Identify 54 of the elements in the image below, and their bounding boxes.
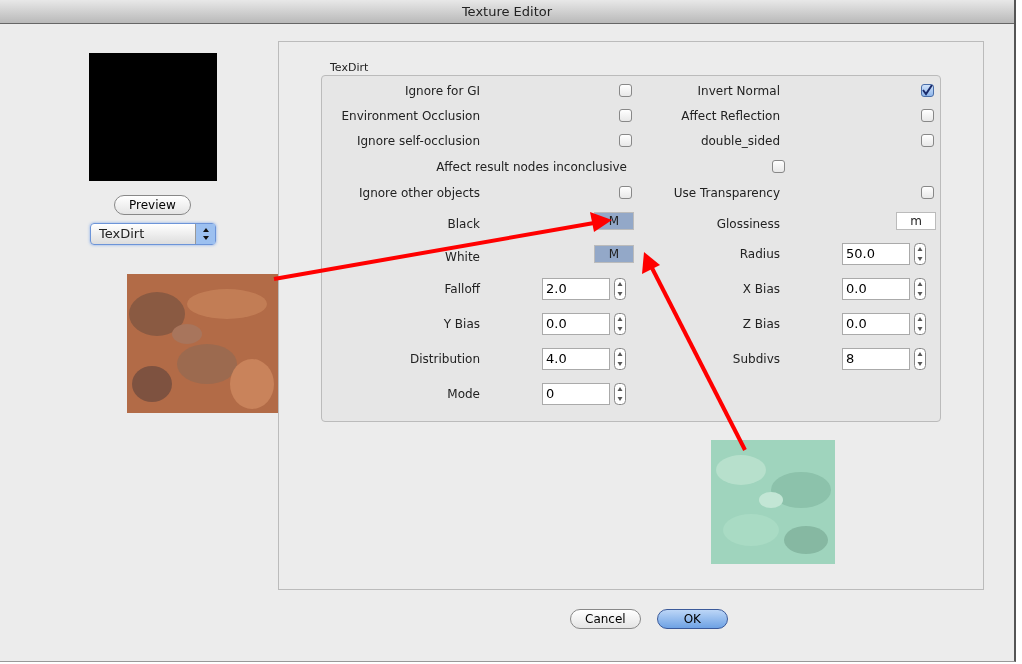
checkbox[interactable] [921,109,934,122]
field-label: double_sided [700,132,780,150]
field-label: Mode [447,385,480,403]
field-label: Invert Normal [697,82,780,100]
field-label: Radius [739,245,780,263]
number-field[interactable]: 4.0 [542,347,610,370]
field-label: Ignore self-occlusion [356,132,480,150]
field-label: Ignore other objects [359,184,480,202]
number-field[interactable]: 0 [542,382,610,405]
field-label: Falloff [444,280,480,298]
number-field[interactable]: 0.0 [842,277,910,300]
checkbox[interactable] [921,134,934,147]
number-field[interactable]: 0.0 [842,312,910,335]
cancel-button[interactable]: Cancel [570,609,641,629]
group-title: TexDirt [330,61,370,75]
field-label: Affect result nodes inconclusive [436,158,627,176]
checkbox[interactable] [619,84,632,97]
checkbox[interactable] [921,84,934,97]
stepper[interactable] [914,242,926,265]
field-label: White [445,248,480,266]
stepper[interactable] [614,347,626,370]
texture-slot-button[interactable]: M [594,244,634,263]
field-label: Distribution [410,350,480,368]
field-label: Use Transparency [673,184,780,202]
number-field[interactable]: 8 [842,347,910,370]
stepper[interactable] [614,277,626,300]
stepper[interactable] [614,312,626,335]
checkbox[interactable] [619,109,632,122]
field-label: X Bias [742,280,780,298]
preview-button[interactable]: Preview [114,195,191,215]
number-field[interactable]: 0.0 [542,312,610,335]
field-label: Environment Occlusion [341,107,480,125]
number-field[interactable]: 50.0 [842,242,910,265]
field-label: Ignore for GI [404,82,480,100]
dropdown-arrows-icon [195,224,215,244]
texture-slot-button[interactable]: m [896,211,936,230]
field-label: Black [447,215,480,233]
texture-type-select[interactable]: TexDirt [90,223,216,245]
stepper[interactable] [914,347,926,370]
number-field[interactable]: 2.0 [542,277,610,300]
field-label: Glossiness [716,215,780,233]
checkbox[interactable] [619,134,632,147]
field-label: Z Bias [742,315,780,333]
window-title: Texture Editor [461,2,553,21]
checkbox[interactable] [619,186,632,199]
stepper[interactable] [914,277,926,300]
field-label: Subdivs [732,350,780,368]
field-label: Y Bias [443,315,480,333]
stepper[interactable] [614,382,626,405]
ok-button[interactable]: OK [656,609,728,629]
stepper[interactable] [914,312,926,335]
field-label: Affect Reflection [681,107,780,125]
checkbox[interactable] [772,160,785,173]
checkbox[interactable] [921,186,934,199]
